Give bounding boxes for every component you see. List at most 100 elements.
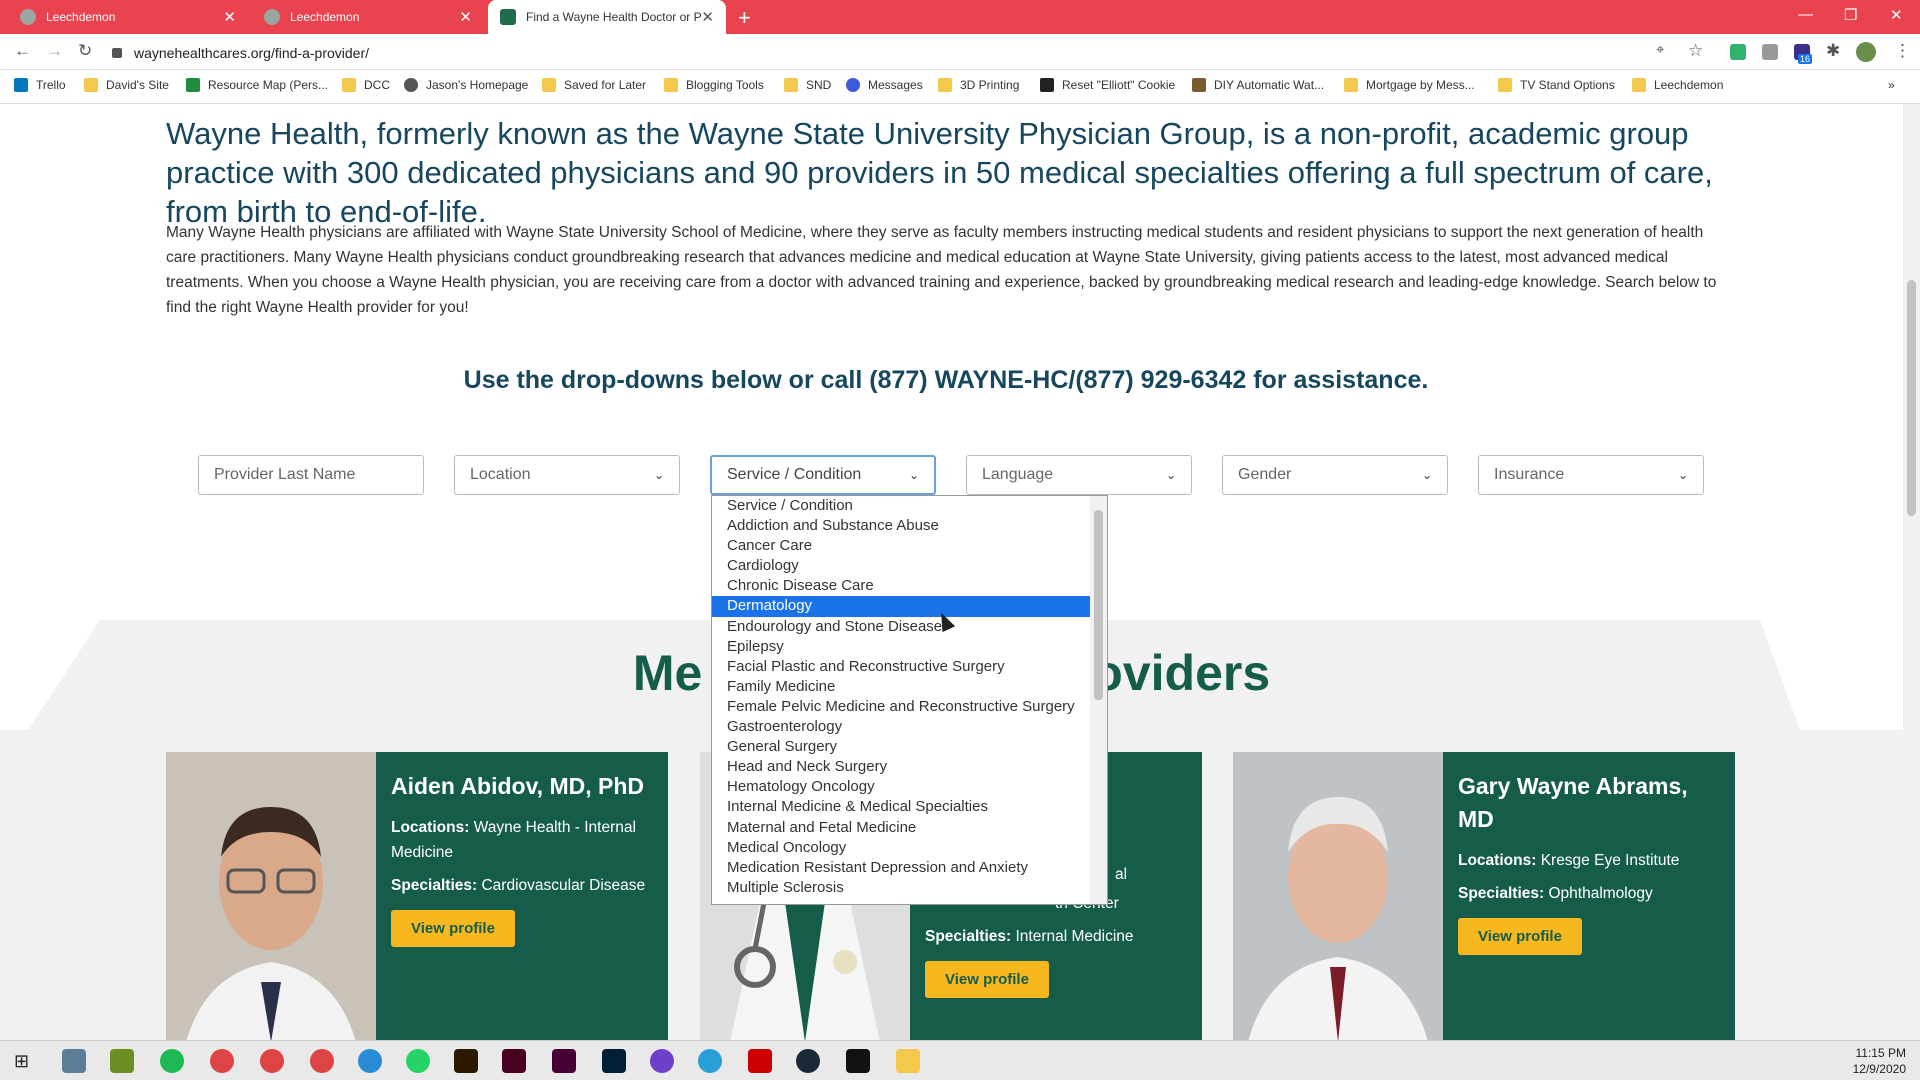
dropdown-option[interactable]: Facial Plastic and Reconstructive Surger… bbox=[712, 657, 1107, 677]
dropdown-option[interactable]: Maternal and Fetal Medicine bbox=[712, 818, 1107, 838]
dropdown-option[interactable]: Cardiology bbox=[712, 556, 1107, 576]
dropdown-option-highlighted[interactable]: Dermatology bbox=[712, 596, 1107, 617]
camera-icon[interactable] bbox=[1762, 44, 1778, 60]
folder-icon bbox=[84, 78, 98, 92]
bookmark-item[interactable]: TV Stand Options bbox=[1498, 78, 1615, 92]
steam-icon[interactable] bbox=[796, 1049, 820, 1073]
minimize-icon[interactable]: — bbox=[1798, 6, 1813, 23]
bookmark-item[interactable]: SND bbox=[784, 78, 831, 92]
bookmark-item[interactable]: DCC bbox=[342, 78, 390, 92]
indesign-icon[interactable] bbox=[502, 1049, 526, 1073]
browser-tab-active[interactable]: Find a Wayne Health Doctor or P ✕ bbox=[488, 0, 726, 34]
chevron-down-icon: ⌄ bbox=[653, 468, 664, 482]
location-select[interactable]: Location ⌄ bbox=[454, 455, 680, 495]
folder-icon bbox=[1498, 78, 1512, 92]
location-icon[interactable]: ⌖ bbox=[1656, 41, 1664, 58]
dropdown-option[interactable]: Female Pelvic Medicine and Reconstructiv… bbox=[712, 697, 1107, 717]
chrome-icon[interactable] bbox=[210, 1049, 234, 1073]
page-scrollbar[interactable] bbox=[1903, 104, 1920, 1040]
github-icon[interactable] bbox=[650, 1049, 674, 1073]
dropdown-option[interactable]: Head and Neck Surgery bbox=[712, 757, 1107, 777]
bookmark-item[interactable]: Jason's Homepage bbox=[404, 78, 528, 92]
dropdown-option[interactable]: Family Medicine bbox=[712, 677, 1107, 697]
dropdown-option[interactable]: Multiple Sclerosis bbox=[712, 878, 1107, 898]
gender-select[interactable]: Gender ⌄ bbox=[1222, 455, 1448, 495]
bookmark-item[interactable]: Messages bbox=[846, 78, 923, 92]
more-bookmarks-icon[interactable]: » bbox=[1888, 78, 1895, 92]
file-explorer-icon[interactable] bbox=[896, 1049, 920, 1073]
bookmark-item[interactable]: David's Site bbox=[84, 78, 169, 92]
bookmark-item[interactable]: Trello bbox=[14, 78, 66, 92]
close-tab-icon[interactable]: ✕ bbox=[223, 8, 236, 26]
forward-icon[interactable]: → bbox=[46, 41, 63, 61]
photoshop-icon[interactable] bbox=[602, 1049, 626, 1073]
chrome-icon[interactable] bbox=[310, 1049, 334, 1073]
close-tab-icon[interactable]: ✕ bbox=[701, 8, 714, 26]
dropdown-option[interactable]: Medical Oncology bbox=[712, 838, 1107, 858]
filezilla-icon[interactable] bbox=[748, 1049, 772, 1073]
dreamweaver-icon[interactable] bbox=[552, 1049, 576, 1073]
extension-icon[interactable] bbox=[1730, 44, 1746, 60]
address-bar[interactable]: waynehealthcares.org/find-a-provider/ bbox=[112, 41, 1712, 65]
view-profile-button[interactable]: View profile bbox=[925, 961, 1049, 998]
spotify-icon[interactable] bbox=[160, 1049, 184, 1073]
provider-photo bbox=[166, 752, 376, 1040]
bookmark-item[interactable]: DIY Automatic Wat... bbox=[1192, 78, 1324, 92]
bookmark-item[interactable]: Resource Map (Pers... bbox=[186, 78, 328, 92]
dropdown-option[interactable]: Cancer Care bbox=[712, 536, 1107, 556]
new-tab-icon[interactable]: + bbox=[738, 5, 751, 31]
dropdown-option[interactable]: Medication Resistant Depression and Anxi… bbox=[712, 858, 1107, 878]
dropdown-option[interactable]: Chronic Disease Care bbox=[712, 576, 1107, 596]
app-icon[interactable] bbox=[110, 1049, 134, 1073]
app-icon[interactable] bbox=[846, 1049, 870, 1073]
bookmark-item[interactable]: Saved for Later bbox=[542, 78, 646, 92]
view-profile-button[interactable]: View profile bbox=[1458, 918, 1582, 955]
menu-icon[interactable]: ⋮ bbox=[1894, 41, 1911, 61]
bookmark-star-icon[interactable]: ☆ bbox=[1688, 41, 1703, 61]
dropdown-option[interactable]: Gastroenterology bbox=[712, 717, 1107, 737]
service-condition-select[interactable]: Service / Condition ⌄ bbox=[710, 455, 936, 495]
whatsapp-icon[interactable] bbox=[406, 1049, 430, 1073]
restore-icon[interactable]: ❐ bbox=[1844, 6, 1857, 24]
back-icon[interactable]: ← bbox=[14, 41, 31, 61]
app-icon[interactable] bbox=[358, 1049, 382, 1073]
page-content: Wayne Health, formerly known as the Wayn… bbox=[0, 104, 1903, 1040]
view-profile-button[interactable]: View profile bbox=[391, 910, 515, 947]
dropdown-option[interactable]: Service / Condition bbox=[712, 496, 1107, 516]
calculator-icon[interactable] bbox=[62, 1049, 86, 1073]
url-text: waynehealthcares.org/find-a-provider/ bbox=[134, 45, 370, 61]
app-icon[interactable] bbox=[698, 1049, 722, 1073]
bookmark-item[interactable]: Mortgage by Mess... bbox=[1344, 78, 1475, 92]
folder-icon bbox=[342, 78, 356, 92]
dropdown-option[interactable]: Endourology and Stone Disease bbox=[712, 617, 1107, 637]
bookmarks-bar: Trello David's Site Resource Map (Pers..… bbox=[0, 70, 1920, 104]
avatar[interactable] bbox=[1856, 42, 1876, 62]
reload-icon[interactable]: ↻ bbox=[78, 41, 92, 61]
bookmark-item[interactable]: Blogging Tools bbox=[664, 78, 764, 92]
dropdown-option[interactable]: General Surgery bbox=[712, 737, 1107, 757]
browser-tab[interactable]: Leechdemon ✕ bbox=[8, 0, 248, 34]
dropdown-option[interactable]: Internal Medicine & Medical Specialties bbox=[712, 797, 1107, 817]
favicon-icon bbox=[20, 9, 36, 25]
language-select[interactable]: Language ⌄ bbox=[966, 455, 1192, 495]
insurance-select[interactable]: Insurance ⌄ bbox=[1478, 455, 1704, 495]
illustrator-icon[interactable] bbox=[454, 1049, 478, 1073]
extensions-puzzle-icon[interactable]: ✱ bbox=[1826, 41, 1840, 61]
bookmark-item[interactable]: 3D Printing bbox=[938, 78, 1019, 92]
chrome-icon[interactable] bbox=[260, 1049, 284, 1073]
tab-strip: Leechdemon ✕ Leechdemon ✕ Find a Wayne H… bbox=[0, 0, 1920, 34]
bookmark-item[interactable]: Leechdemon bbox=[1632, 78, 1723, 92]
provider-last-name-input[interactable]: Provider Last Name bbox=[198, 455, 424, 495]
browser-tab[interactable]: Leechdemon ✕ bbox=[252, 0, 484, 34]
close-tab-icon[interactable]: ✕ bbox=[459, 8, 472, 26]
dropdown-option[interactable]: Addiction and Substance Abuse bbox=[712, 516, 1107, 536]
close-window-icon[interactable]: ✕ bbox=[1890, 6, 1903, 24]
bookmark-item[interactable]: Reset "Elliott" Cookie bbox=[1040, 78, 1175, 92]
windows-start-icon[interactable]: ⊞ bbox=[14, 1051, 29, 1072]
dropdown-option[interactable]: Epilepsy bbox=[712, 637, 1107, 657]
service-condition-dropdown[interactable]: Service / Condition Addiction and Substa… bbox=[711, 495, 1108, 905]
dropdown-scrollbar[interactable] bbox=[1090, 496, 1107, 904]
dropdown-option[interactable]: Hematology Oncology bbox=[712, 777, 1107, 797]
provider-name: Gary Wayne Abrams, MD bbox=[1458, 773, 1688, 832]
system-clock[interactable]: 11:15 PM 12/9/2020 bbox=[1853, 1045, 1906, 1077]
